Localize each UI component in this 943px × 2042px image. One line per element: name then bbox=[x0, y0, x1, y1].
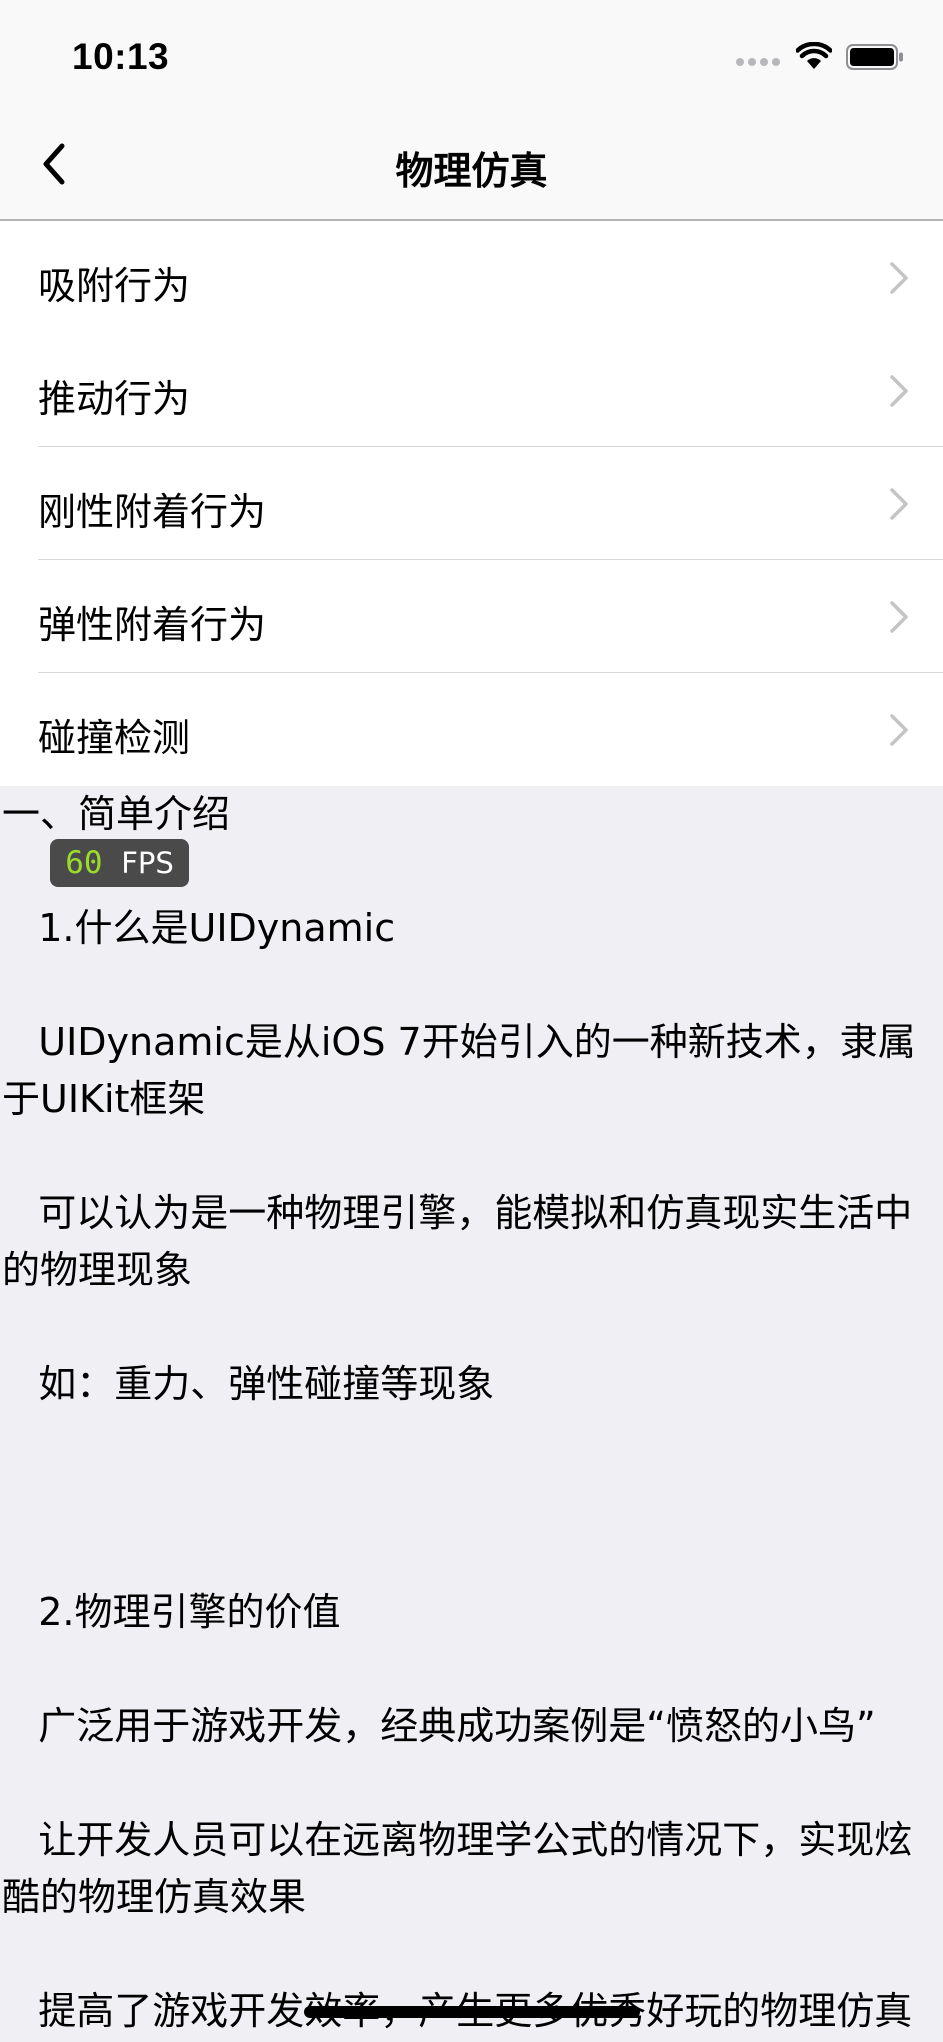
screen: 10:13 物理仿真 吸附行为 推动行为 刚性附着行为 弹性附着行为 碰撞检测 … bbox=[0, 0, 943, 2042]
page-title: 物理仿真 bbox=[395, 149, 548, 193]
status-bar: 10:13 bbox=[0, 0, 943, 110]
list-item[interactable]: 吸附行为 bbox=[0, 221, 943, 334]
list-item-label: 推动行为 bbox=[38, 377, 191, 421]
chevron-right-icon bbox=[890, 601, 908, 633]
list-item-label: 吸附行为 bbox=[38, 264, 191, 308]
battery-icon bbox=[846, 44, 903, 70]
chevron-right-icon bbox=[890, 488, 908, 520]
list-item-label: 碰撞检测 bbox=[38, 716, 191, 760]
fps-unit: FPS bbox=[121, 846, 174, 880]
chevron-right-icon bbox=[890, 375, 908, 407]
list-item[interactable]: 碰撞检测 bbox=[0, 673, 943, 786]
list-item[interactable]: 弹性附着行为 bbox=[0, 560, 943, 673]
list-item-label: 刚性附着行为 bbox=[38, 490, 267, 534]
chevron-right-icon bbox=[890, 714, 908, 746]
status-time: 10:13 bbox=[72, 36, 170, 77]
cellular-signal-icon bbox=[736, 58, 782, 66]
navigation-bar: 物理仿真 bbox=[0, 110, 943, 221]
chevron-right-icon bbox=[890, 262, 908, 294]
text-view-content: 一、简单介绍 1.什么是UIDynamic UIDynamic是从iOS 7开始… bbox=[2, 792, 916, 2033]
list-item[interactable]: 刚性附着行为 bbox=[0, 447, 943, 560]
list-item[interactable]: 推动行为 bbox=[0, 334, 943, 447]
fps-badge: 60 FPS bbox=[50, 839, 189, 887]
text-view[interactable]: 一、简单介绍 1.什么是UIDynamic UIDynamic是从iOS 7开始… bbox=[0, 786, 943, 2042]
list-item-label: 弹性附着行为 bbox=[38, 603, 267, 647]
fps-value: 60 bbox=[65, 845, 103, 881]
home-indicator[interactable] bbox=[304, 2006, 640, 2018]
behavior-list: 吸附行为 推动行为 刚性附着行为 弹性附着行为 碰撞检测 bbox=[0, 221, 943, 786]
wifi-icon bbox=[796, 42, 832, 69]
